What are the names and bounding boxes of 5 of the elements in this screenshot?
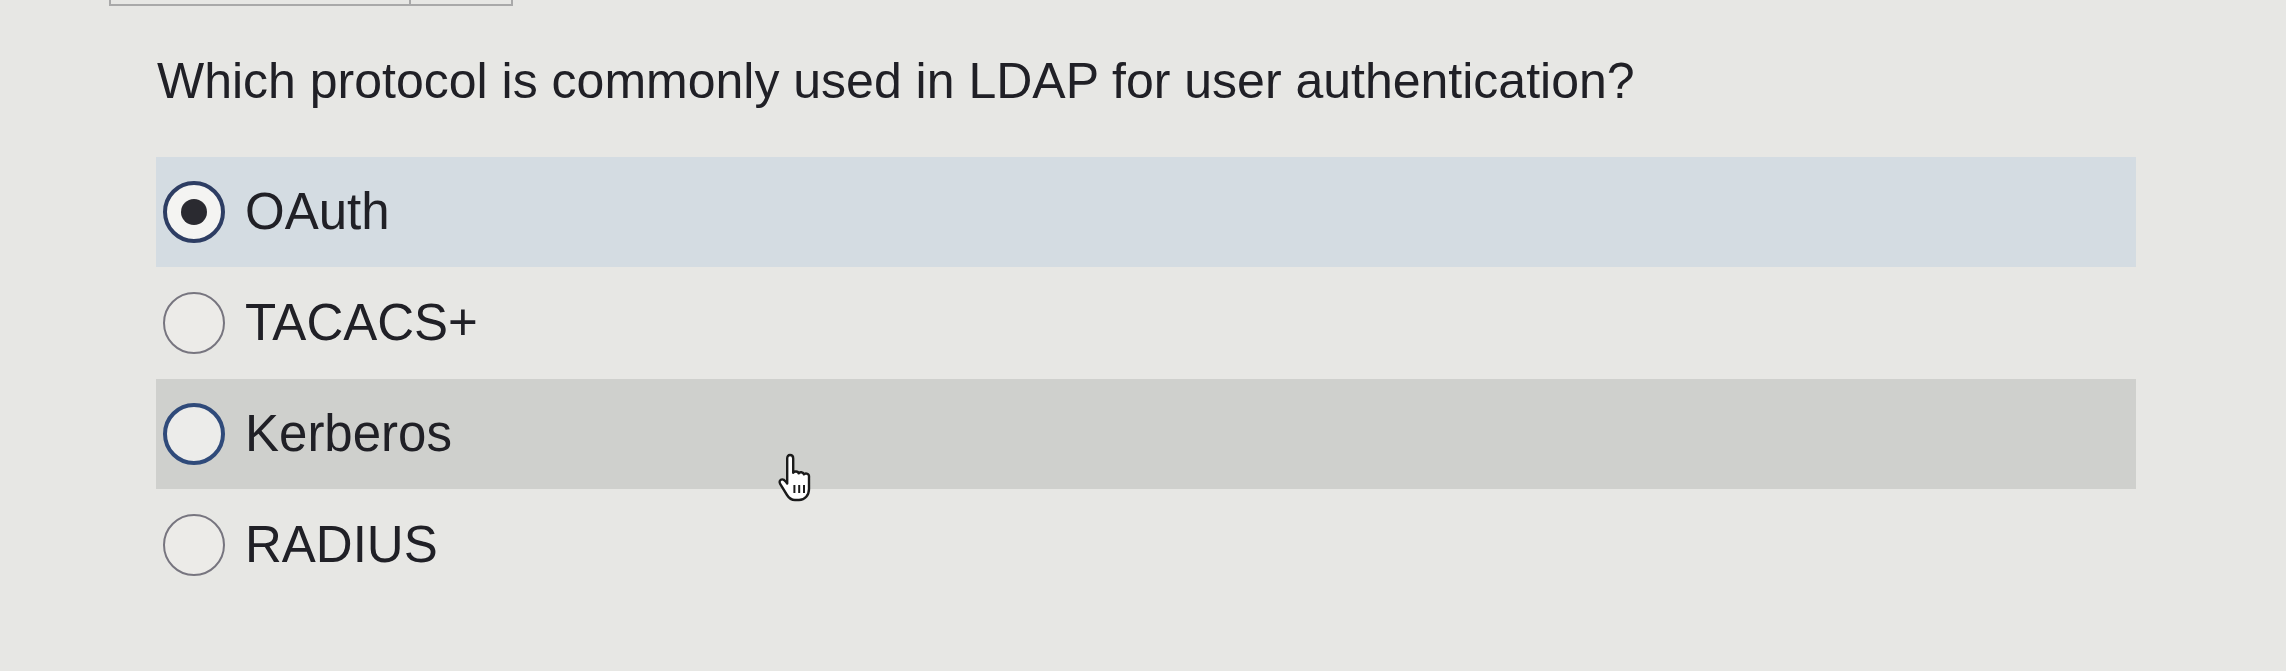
answer-option[interactable]: OAuth — [156, 157, 2136, 267]
answer-option[interactable]: TACACS+ — [156, 268, 2136, 378]
answer-option[interactable]: Kerberos — [156, 379, 2136, 489]
answer-option[interactable]: RADIUS — [156, 490, 2136, 600]
question-text: Which protocol is commonly used in LDAP for user authentication? — [157, 54, 1635, 108]
